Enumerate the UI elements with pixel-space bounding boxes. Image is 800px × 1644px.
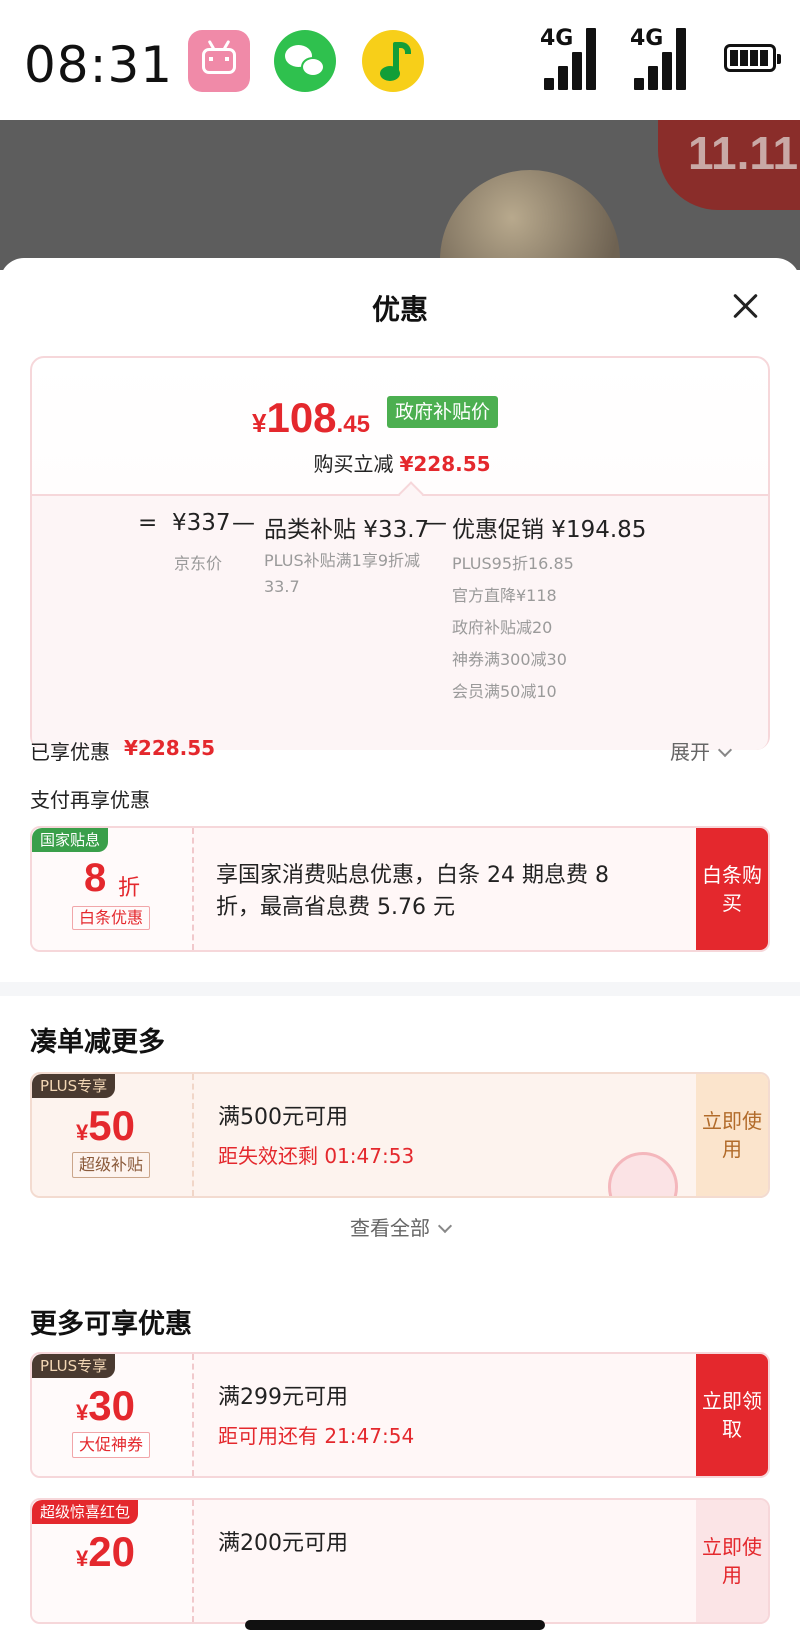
formula-base-price: ¥337 bbox=[172, 510, 231, 536]
close-icon[interactable] bbox=[726, 286, 766, 326]
view-all-button[interactable]: 查看全部 bbox=[0, 1212, 800, 1241]
product-backdrop: 11.11 bbox=[0, 120, 800, 270]
baitiao-discount-unit: 折 bbox=[118, 876, 141, 901]
formula-category-subsidy: 品类补贴 ¥33.7 bbox=[264, 517, 430, 543]
section-separator bbox=[0, 982, 800, 996]
coupon-expiry: 距可用还有 21:47:54 bbox=[218, 1424, 415, 1448]
more-coupon-left: PLUS专享 ¥30 大促神券 bbox=[32, 1354, 194, 1476]
discount-sheet: 优惠 ¥108.45 政府补贴价 购买立减 ¥228.55 = ¥337 — 品类… bbox=[0, 258, 800, 1644]
product-image bbox=[440, 170, 620, 270]
coupon-currency: ¥ bbox=[76, 1400, 89, 1425]
wechat-icon bbox=[274, 30, 336, 92]
signal-label-2: 4G bbox=[630, 26, 664, 51]
coupon-amount: ¥30 bbox=[76, 1382, 135, 1430]
more-coupon-card: 超级惊喜红包 ¥20 满200元可用 立即使用 bbox=[30, 1498, 770, 1624]
coupon-value: 50 bbox=[88, 1102, 135, 1149]
chevron-down-icon bbox=[437, 1218, 453, 1234]
promo-detail-item: 神券满300减30 bbox=[452, 650, 567, 669]
enjoyed-label: 已享优惠 bbox=[30, 740, 110, 764]
coupon-amount: ¥50 bbox=[76, 1102, 135, 1150]
more-coupon-left: 超级惊喜红包 ¥20 bbox=[32, 1500, 194, 1622]
status-time: 08:31 bbox=[24, 36, 174, 94]
coupon-label: 大促神券 bbox=[72, 1432, 151, 1458]
baitiao-offer-left: 国家贴息 8 折 白条优惠 bbox=[32, 828, 194, 950]
qq-music-icon bbox=[362, 30, 424, 92]
more-section-title: 更多可享优惠 bbox=[30, 1309, 192, 1340]
promo-detail-item: 会员满50减10 bbox=[452, 682, 557, 701]
sheet-title: 优惠 bbox=[371, 293, 428, 326]
coupon-condition: 满500元可用 bbox=[218, 1105, 348, 1130]
coupon-label: 超级补贴 bbox=[72, 1152, 151, 1178]
claim-now-button[interactable]: 立即领取 bbox=[696, 1354, 768, 1476]
plus-exclusive-tag: PLUS专享 bbox=[32, 1354, 116, 1378]
coupon-currency: ¥ bbox=[76, 1546, 89, 1571]
signal-icon: 4G bbox=[540, 26, 610, 96]
price-decimal: .45 bbox=[336, 411, 370, 438]
promo-details: PLUS95折16.85 官方直降¥118 政府补贴减20 神券满300减30 … bbox=[452, 548, 574, 708]
chevron-down-icon bbox=[717, 742, 733, 758]
coupon-condition: 满299元可用 bbox=[218, 1385, 348, 1410]
expand-label: 展开 bbox=[670, 740, 710, 764]
combine-section-title: 凑单减更多 bbox=[30, 1027, 165, 1058]
formula-minus-2: — bbox=[424, 510, 447, 536]
combine-coupon-card: PLUS专享 ¥50 超级补贴 满500元可用 距失效还剩 01:47:53 立… bbox=[30, 1072, 770, 1198]
coupon-info: 满500元可用 距失效还剩 01:47:53 bbox=[218, 1102, 414, 1172]
home-indicator[interactable] bbox=[245, 1620, 545, 1630]
view-all-label: 查看全部 bbox=[350, 1216, 430, 1240]
final-price: ¥108.45 bbox=[252, 394, 370, 442]
use-now-button[interactable]: 立即使用 bbox=[696, 1074, 768, 1196]
promo-badge-text: 11.11 bbox=[688, 127, 799, 179]
price-integer: 108 bbox=[266, 394, 337, 441]
baitiao-offer-card: 国家贴息 8 折 白条优惠 享国家消费贴息优惠，白条 24 期息费 8折，最高省… bbox=[30, 826, 770, 952]
base-price-label: 京东价 bbox=[174, 554, 223, 573]
coupon-condition: 满200元可用 bbox=[218, 1531, 348, 1556]
enjoyed-amount: ¥228.55 bbox=[124, 736, 216, 760]
coupon-value: 30 bbox=[88, 1382, 135, 1429]
baitiao-buy-button[interactable]: 白条购买 bbox=[696, 828, 768, 950]
promo-detail-item: PLUS95折16.85 bbox=[452, 554, 574, 573]
baitiao-label: 白条优惠 bbox=[72, 906, 151, 930]
coupon-amount: ¥20 bbox=[76, 1528, 135, 1576]
pay-again-title: 支付再享优惠 bbox=[30, 788, 150, 812]
formula-minus: — bbox=[232, 510, 255, 536]
more-coupon-card: PLUS专享 ¥30 大促神券 满299元可用 距可用还有 21:47:54 立… bbox=[30, 1352, 770, 1478]
expand-button[interactable]: 展开 bbox=[670, 736, 733, 765]
coupon-value: 20 bbox=[88, 1528, 135, 1575]
reduce-line: 购买立减 ¥228.55 bbox=[32, 448, 772, 477]
signal-icon-2: 4G bbox=[630, 26, 700, 96]
formula-equals: = bbox=[138, 510, 158, 536]
baitiao-description: 享国家消费贴息优惠，白条 24 期息费 8折，最高省息费 5.76 元 bbox=[216, 863, 609, 920]
reduce-amount: ¥228.55 bbox=[399, 452, 491, 476]
use-now-button[interactable]: 立即使用 bbox=[696, 1500, 768, 1622]
received-stamp-icon bbox=[608, 1152, 678, 1196]
coupon-info: 满200元可用 bbox=[218, 1528, 348, 1560]
promo-detail-item: 政府补贴减20 bbox=[452, 618, 553, 637]
surprise-redpacket-tag: 超级惊喜红包 bbox=[32, 1500, 139, 1524]
status-bar: 08:31 4G 4G bbox=[0, 0, 800, 120]
category-subsidy-detail: PLUS补贴满1享9折减33.7 bbox=[264, 551, 420, 596]
baitiao-discount: 8 bbox=[84, 856, 107, 900]
coupon-info: 满299元可用 距可用还有 21:47:54 bbox=[218, 1382, 414, 1452]
national-subsidy-tag: 国家贴息 bbox=[32, 828, 109, 852]
signal-label: 4G bbox=[540, 26, 574, 51]
coupon-currency: ¥ bbox=[76, 1120, 89, 1145]
promo-detail-item: 官方直降¥118 bbox=[452, 586, 557, 605]
battery-icon bbox=[724, 44, 781, 72]
price-currency: ¥ bbox=[252, 408, 267, 438]
bilibili-icon bbox=[188, 30, 250, 92]
reduce-label: 购买立减 bbox=[313, 452, 394, 476]
formula-promo: 优惠促销 ¥194.85 bbox=[452, 517, 647, 543]
coupon-expiry: 距失效还剩 01:47:53 bbox=[218, 1144, 415, 1168]
combine-coupon-left: PLUS专享 ¥50 超级补贴 bbox=[32, 1074, 194, 1196]
price-breakdown-card: ¥108.45 政府补贴价 购买立减 ¥228.55 = ¥337 — 品类补贴 … bbox=[30, 356, 770, 750]
promo-badge: 11.11 bbox=[658, 120, 800, 210]
gov-subsidy-tag: 政府补贴价 bbox=[387, 396, 499, 428]
plus-exclusive-tag: PLUS专享 bbox=[32, 1074, 116, 1098]
